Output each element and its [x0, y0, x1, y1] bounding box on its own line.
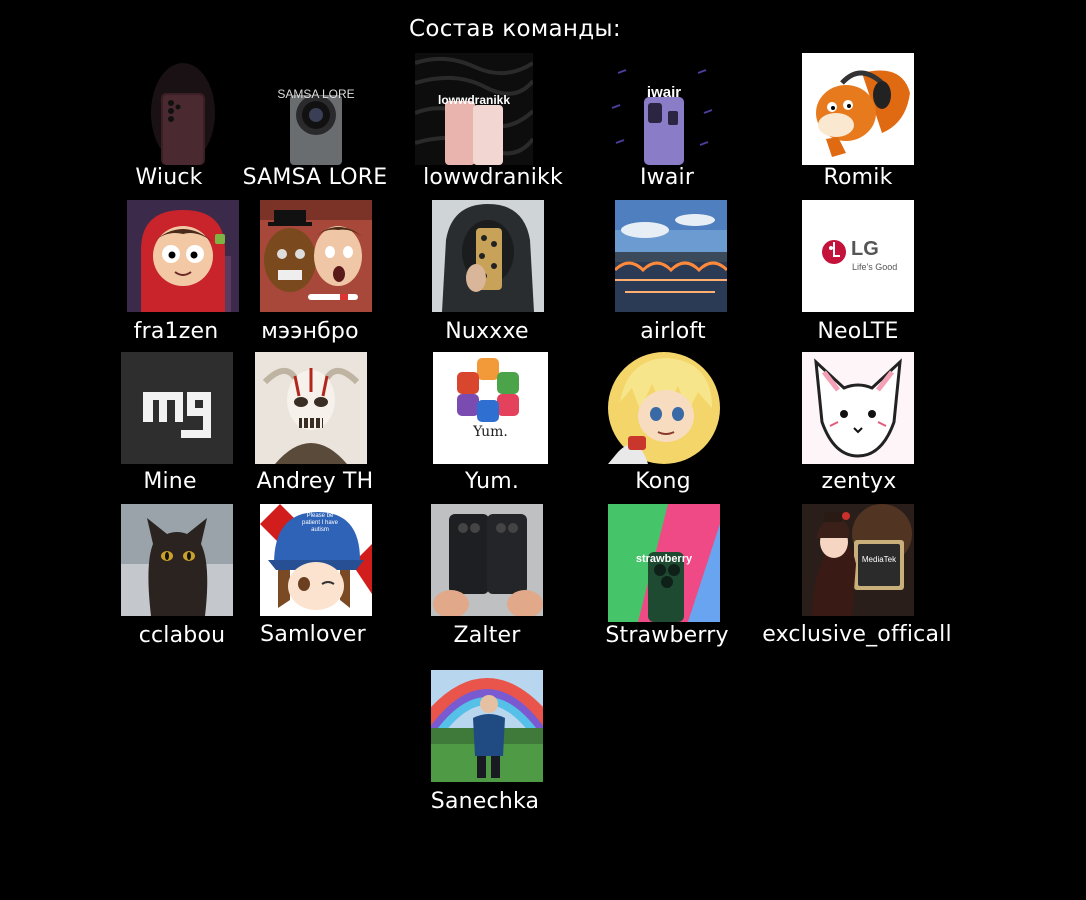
member-name: Wiuck	[135, 165, 203, 190]
member-name: Strawberry	[605, 623, 729, 648]
member-name: Kong	[635, 469, 691, 494]
member-name: zentyx	[821, 469, 897, 494]
white-fox-sketch-avatar[interactable]	[802, 352, 914, 464]
member-name: Zalter	[453, 623, 521, 648]
member-name: Iwair	[639, 165, 695, 190]
member-name: lowwdranikk	[423, 165, 563, 190]
colorful-macs-avatar[interactable]	[433, 352, 548, 464]
logo-tagline: Life's Good	[852, 262, 898, 272]
member-name: Nuxxxe	[445, 319, 529, 344]
red-hoodie-cartoon-avatar[interactable]	[127, 200, 239, 312]
bridge-river-avatar[interactable]	[615, 200, 727, 312]
member-name: Yum.	[464, 469, 520, 494]
logo-text: strawberry	[635, 553, 693, 565]
logo-text: iwair	[646, 84, 682, 101]
member-name: мээнбро	[261, 319, 359, 344]
member-name: NeoLTE	[817, 319, 899, 344]
member-name: SAMSA LORE	[242, 165, 388, 190]
dark-phone-avatar[interactable]	[148, 53, 218, 165]
phones-in-hands-avatar[interactable]	[431, 504, 543, 616]
camera-phone-avatar[interactable]	[262, 53, 370, 165]
purple-phone-avatar[interactable]	[608, 53, 720, 165]
anime-boy-avatar[interactable]	[608, 352, 720, 464]
member-name: fra1zen	[133, 319, 219, 344]
member-name: cclabou	[138, 623, 226, 648]
logo-text: MediaTek	[861, 555, 897, 564]
member-name: Sanechka	[430, 789, 540, 814]
page-title: Состав команды:	[409, 16, 621, 42]
mg-logo-avatar[interactable]	[121, 352, 233, 464]
black-cat-avatar[interactable]	[121, 504, 233, 616]
pink-phone-avatar[interactable]	[415, 53, 533, 165]
logo-text: Yum.	[473, 424, 508, 440]
logo-text: Please be patient I have autism	[301, 513, 339, 533]
logo-text: LG	[851, 238, 879, 260]
hooded-selfie-avatar[interactable]	[432, 200, 544, 312]
logo-text: lowwdranikk	[437, 93, 511, 107]
member-name: Mine	[143, 469, 197, 494]
member-name: Andrey TH	[256, 469, 374, 494]
presenter-rainbow-avatar[interactable]	[431, 670, 543, 782]
member-name: exclusive_officall	[762, 622, 952, 647]
member-name: Romik	[823, 165, 893, 190]
fox-headphones-avatar[interactable]	[802, 53, 914, 165]
animatronic-bear-avatar[interactable]	[260, 200, 372, 312]
member-name: airloft	[640, 319, 706, 344]
logo-text: SAMSA LORE	[277, 87, 355, 101]
skull-mask-avatar[interactable]	[255, 352, 367, 464]
member-name: Samlover	[260, 622, 366, 647]
